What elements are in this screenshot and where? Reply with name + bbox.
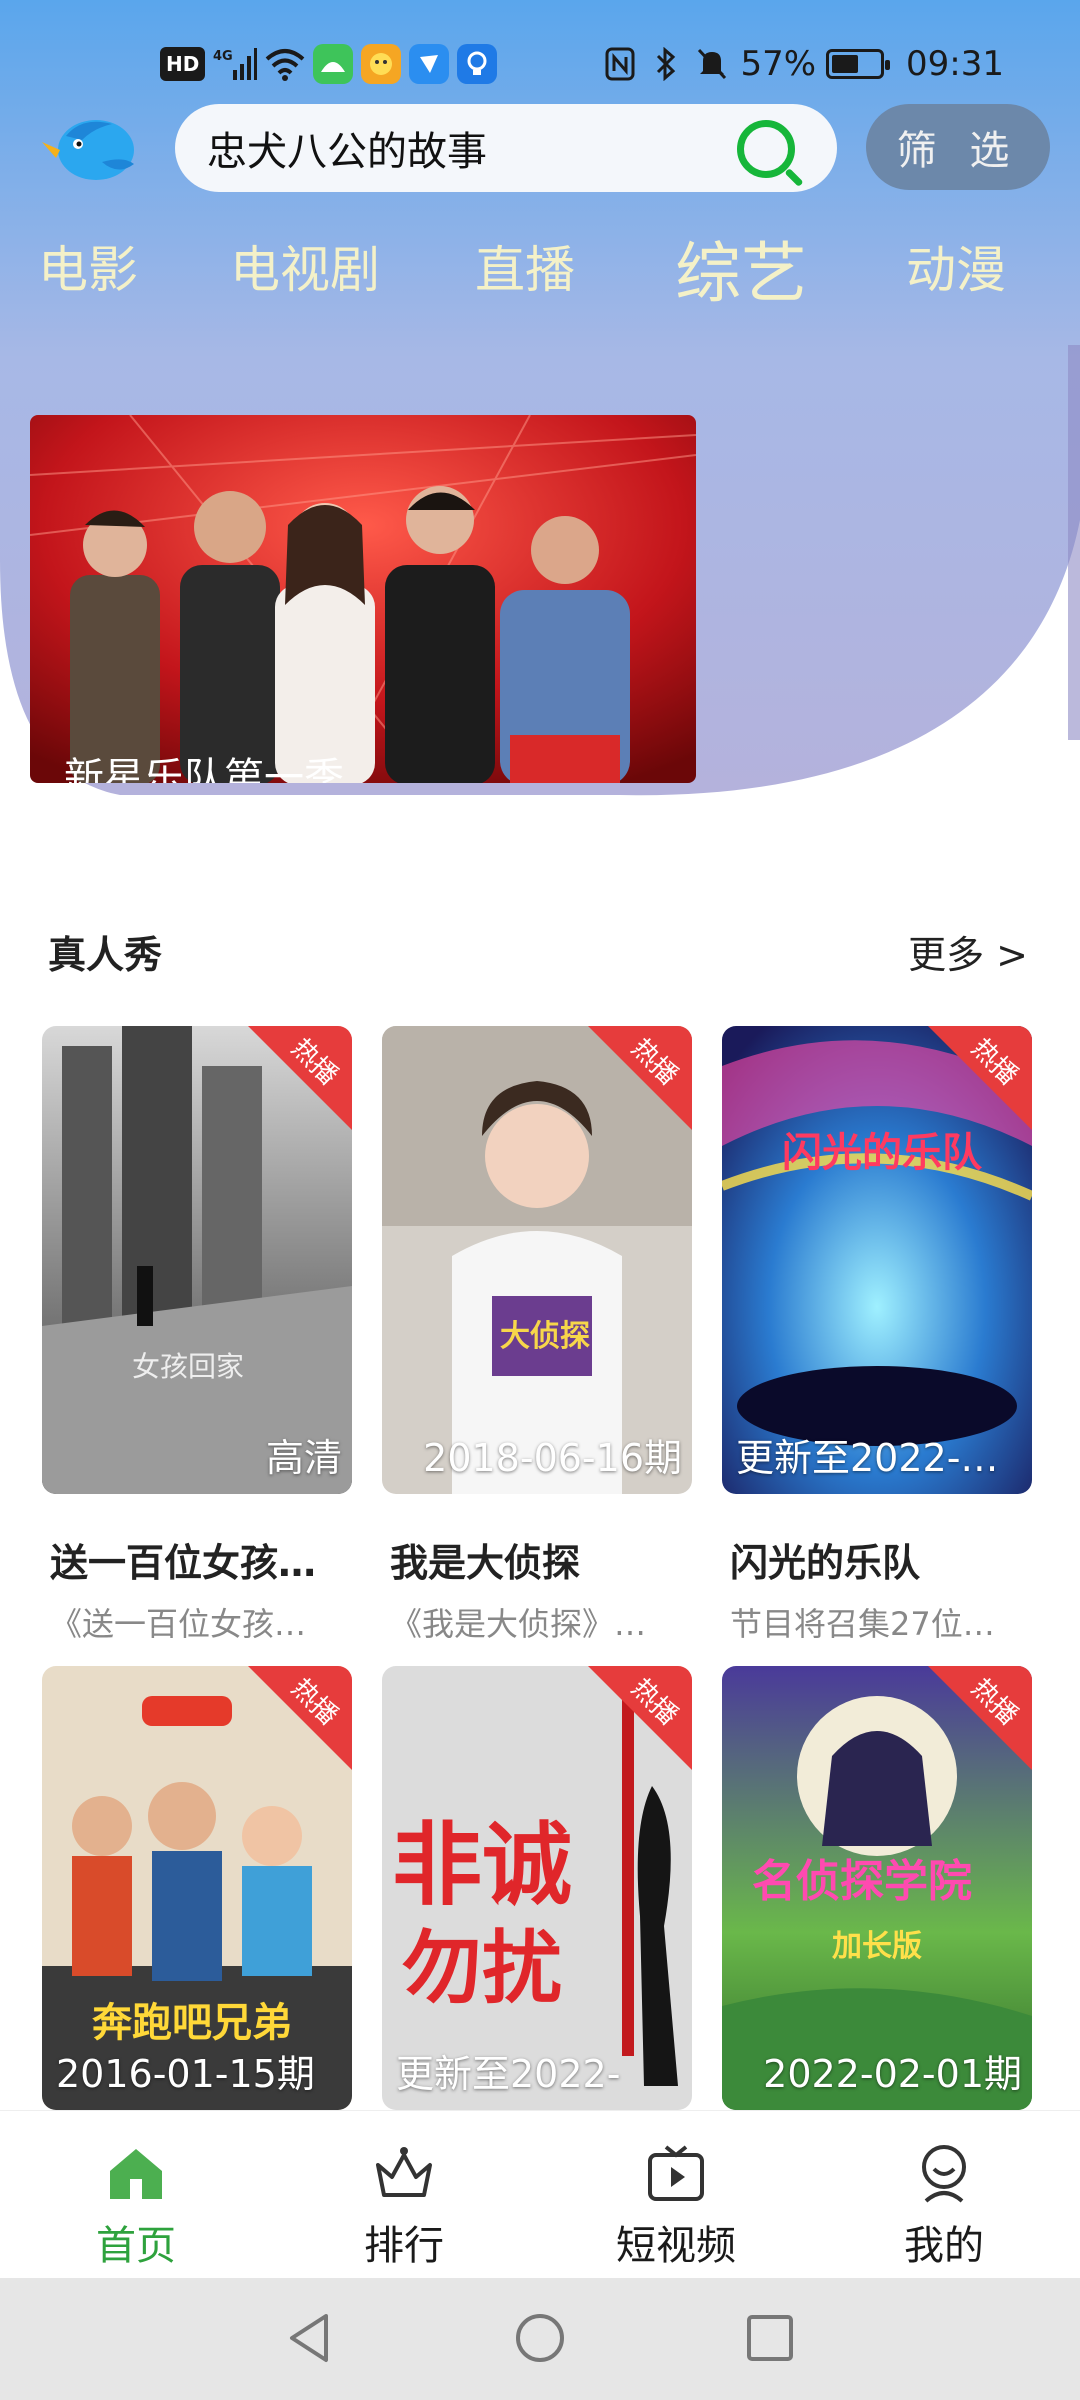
cellular-signal-icon: 4G	[213, 44, 258, 84]
bluetooth-icon	[648, 44, 684, 84]
nav-mine-label: 我的	[904, 2223, 984, 2269]
tab-live[interactable]: 直播	[475, 230, 575, 302]
svg-text:名侦探学院: 名侦探学院	[752, 1856, 972, 1907]
card-description: 节目将召集27位…	[730, 1605, 995, 1643]
battery-icon	[826, 49, 891, 79]
show-card[interactable]: 奔跑吧兄弟 热播 2016-01-15期	[42, 1666, 352, 2110]
search-query-text: 忠犬八公的故事	[207, 129, 487, 175]
bulb-app-icon	[457, 44, 498, 84]
poster-caption: 2022-02-01期	[763, 2052, 1022, 2096]
home-icon	[104, 2141, 168, 2205]
system-navigation-bar	[0, 2278, 1080, 2400]
status-bar: HD 4G 57% 09:31	[0, 40, 1080, 100]
section-more-link[interactable]: 更多 >	[908, 924, 1028, 979]
wifi-icon	[265, 44, 305, 84]
tab-tv-series[interactable]: 电视剧	[230, 230, 380, 302]
show-poster[interactable]: 奔跑吧兄弟 热播 2016-01-15期	[42, 1666, 352, 2110]
profile-icon	[912, 2141, 976, 2205]
recent-apps-icon[interactable]	[740, 2308, 800, 2368]
show-card[interactable]: 闪光的乐队 热播 更新至2022-… 闪光的乐队 节目将召集27位…	[722, 1026, 1032, 1645]
short-video-icon	[644, 2141, 708, 2205]
search-icon[interactable]	[737, 120, 795, 178]
svg-text:大侦探: 大侦探	[500, 1319, 590, 1354]
bottom-navigation: 首页 排行 短视频 我的	[0, 2110, 1080, 2278]
show-card[interactable]: 女孩回家 热播 高清 送一百位女孩… 《送一百位女孩…	[42, 1026, 352, 1645]
card-title[interactable]: 闪光的乐队	[722, 1532, 1032, 1587]
mute-bell-icon	[694, 44, 730, 84]
category-tabs: 电影 电视剧 直播 综艺 动漫	[0, 230, 1080, 312]
poster-caption: 2016-01-15期	[56, 2052, 315, 2096]
svg-text:奔跑吧兄弟: 奔跑吧兄弟	[92, 2000, 292, 2046]
svg-text:加长版: 加长版	[832, 1929, 922, 1964]
banner-image	[30, 415, 696, 783]
messenger-app-icon	[409, 44, 450, 84]
show-card[interactable]: 名侦探学院 加长版 热播 2022-02-01期	[722, 1666, 1032, 2110]
show-poster[interactable]: 闪光的乐队 热播 更新至2022-…	[722, 1026, 1032, 1494]
show-card[interactable]: 非诚 勿扰 热播 更新至2022-	[382, 1666, 692, 2110]
poster-caption: 更新至2022-…	[736, 1436, 999, 1480]
banner-caption: 新星乐队第一季	[64, 755, 344, 783]
nfc-icon	[602, 44, 638, 84]
battery-fill	[832, 55, 859, 73]
bird-logo-icon[interactable]	[42, 106, 138, 184]
poster-caption: 2018-06-16期	[423, 1436, 682, 1480]
nav-short-video[interactable]: 短视频	[576, 2141, 776, 2271]
tab-anime[interactable]: 动漫	[906, 230, 1006, 302]
svg-text:4G: 4G	[213, 49, 233, 64]
poster-caption: 更新至2022-	[396, 2052, 621, 2096]
show-poster[interactable]: 女孩回家 热播 高清	[42, 1026, 352, 1494]
nav-short-video-label: 短视频	[616, 2223, 736, 2269]
show-poster[interactable]: 非诚 勿扰 热播 更新至2022-	[382, 1666, 692, 2110]
android-app-icon	[313, 44, 354, 84]
card-description: 《送一百位女孩…	[50, 1605, 307, 1643]
crown-icon	[372, 2141, 436, 2205]
card-description: 《我是大侦探》…	[390, 1605, 647, 1643]
game-app-icon	[361, 44, 402, 84]
search-input[interactable]: 忠犬八公的故事	[175, 104, 837, 192]
show-poster[interactable]: 大侦探 热播 2018-06-16期	[382, 1026, 692, 1494]
nav-home-label: 首页	[96, 2223, 176, 2269]
nav-ranking-label: 排行	[364, 2223, 444, 2269]
section-title: 真人秀	[48, 933, 163, 977]
battery-percent: 57%	[740, 44, 817, 84]
hd-icon: HD	[160, 47, 206, 81]
featured-banner[interactable]: 新星乐队第一季	[30, 415, 696, 783]
svg-text:非诚: 非诚	[392, 1813, 572, 1918]
card-title[interactable]: 我是大侦探	[382, 1532, 692, 1587]
card-title[interactable]: 送一百位女孩…	[42, 1532, 352, 1587]
clock: 09:31	[906, 44, 1004, 84]
show-poster[interactable]: 名侦探学院 加长版 热播 2022-02-01期	[722, 1666, 1032, 2110]
nav-mine[interactable]: 我的	[844, 2141, 1044, 2271]
home-circle-icon[interactable]	[510, 2308, 570, 2368]
poster-caption: 高清	[265, 1436, 342, 1480]
filter-button[interactable]: 筛 选	[866, 104, 1050, 190]
svg-text:闪光的乐队: 闪光的乐队	[782, 1130, 983, 1176]
svg-text:勿扰: 勿扰	[402, 1922, 562, 2015]
tab-movie[interactable]: 电影	[38, 230, 138, 302]
nav-home[interactable]: 首页	[36, 2141, 236, 2271]
svg-text:女孩回家: 女孩回家	[132, 1350, 244, 1383]
back-icon[interactable]	[280, 2308, 340, 2368]
nav-ranking[interactable]: 排行	[304, 2141, 504, 2271]
tab-variety[interactable]: 综艺	[675, 220, 807, 316]
show-card[interactable]: 大侦探 热播 2018-06-16期 我是大侦探 《我是大侦探》…	[382, 1026, 692, 1645]
